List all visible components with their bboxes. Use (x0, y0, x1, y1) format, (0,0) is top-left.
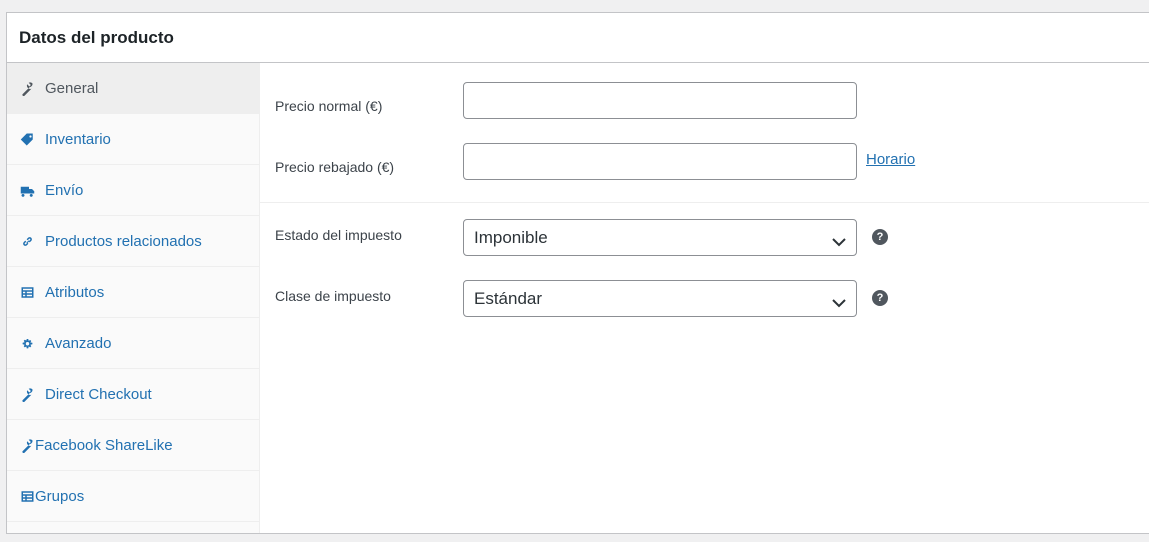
wrench-icon (19, 386, 35, 402)
tab-label: Avanzado (45, 334, 112, 352)
link-icon (19, 233, 35, 249)
tax-group: Estado del impuesto Imponible ? Clase de… (260, 203, 1149, 349)
tab-label: Facebook ShareLike (35, 436, 173, 454)
tab-envio[interactable]: Envío (7, 165, 259, 216)
list-table-icon (19, 284, 35, 300)
tab-label: Direct Checkout (45, 385, 152, 403)
regular-price-label: Precio normal (€) (275, 98, 383, 114)
tax-class-select[interactable]: Estándar (463, 280, 857, 317)
general-tab-content: Precio normal (€) Precio rebajado (€) Ho… (260, 63, 1149, 533)
tab-label: Grupos (35, 487, 85, 505)
tab-atributos[interactable]: Atributos (7, 267, 259, 318)
panel-body: General Inventario Envío Productos relac… (7, 63, 1149, 533)
regular-price-input[interactable] (463, 82, 857, 119)
wrench-icon (19, 80, 35, 96)
tab-label: Productos relacionados (45, 232, 202, 250)
panel-header: Datos del producto (7, 13, 1149, 63)
tab-label: Inventario (45, 130, 111, 148)
tab-inventario[interactable]: Inventario (7, 114, 259, 165)
product-data-tabs: General Inventario Envío Productos relac… (7, 63, 260, 533)
tax-status-label: Estado del impuesto (275, 227, 402, 243)
tax-class-value: Estándar (474, 288, 543, 308)
chevron-down-icon (832, 232, 846, 247)
tab-direct-checkout[interactable]: Direct Checkout (7, 369, 259, 420)
schedule-link[interactable]: Horario (866, 151, 915, 168)
sale-price-field: Precio rebajado (€) Horario (260, 133, 1149, 194)
regular-price-field: Precio normal (€) (260, 72, 1149, 133)
chevron-down-icon (832, 293, 846, 308)
tab-general[interactable]: General (7, 63, 259, 114)
wrench-icon (19, 437, 35, 453)
question-circle-icon[interactable]: ? (872, 229, 888, 245)
tab-avanzado[interactable]: Avanzado (7, 318, 259, 369)
sale-price-input[interactable] (463, 143, 857, 180)
product-data-panel: Datos del producto General Inventario En… (6, 12, 1149, 534)
tab-grupos[interactable]: Grupos (7, 471, 259, 522)
tag-icon (19, 131, 35, 147)
tab-label: Envío (45, 181, 84, 199)
question-circle-icon[interactable]: ? (872, 290, 888, 306)
tax-class-field: Clase de impuesto Estándar ? (260, 280, 1149, 341)
tax-status-field: Estado del impuesto Imponible ? (260, 219, 1149, 280)
tab-label: Atributos (45, 283, 105, 301)
truck-icon (19, 182, 35, 198)
list-table-icon (19, 488, 35, 504)
panel-title: Datos del producto (19, 27, 174, 47)
tab-productos-relacionados[interactable]: Productos relacionados (7, 216, 259, 267)
tax-status-value: Imponible (474, 227, 548, 247)
tab-label: General (45, 79, 99, 97)
tax-status-select[interactable]: Imponible (463, 219, 857, 256)
pricing-group: Precio normal (€) Precio rebajado (€) Ho… (260, 63, 1149, 203)
gear-icon (19, 335, 35, 351)
sale-price-label: Precio rebajado (€) (275, 159, 395, 175)
tax-class-label: Clase de impuesto (275, 288, 391, 304)
tab-facebook-sharelike[interactable]: Facebook ShareLike (7, 420, 259, 471)
